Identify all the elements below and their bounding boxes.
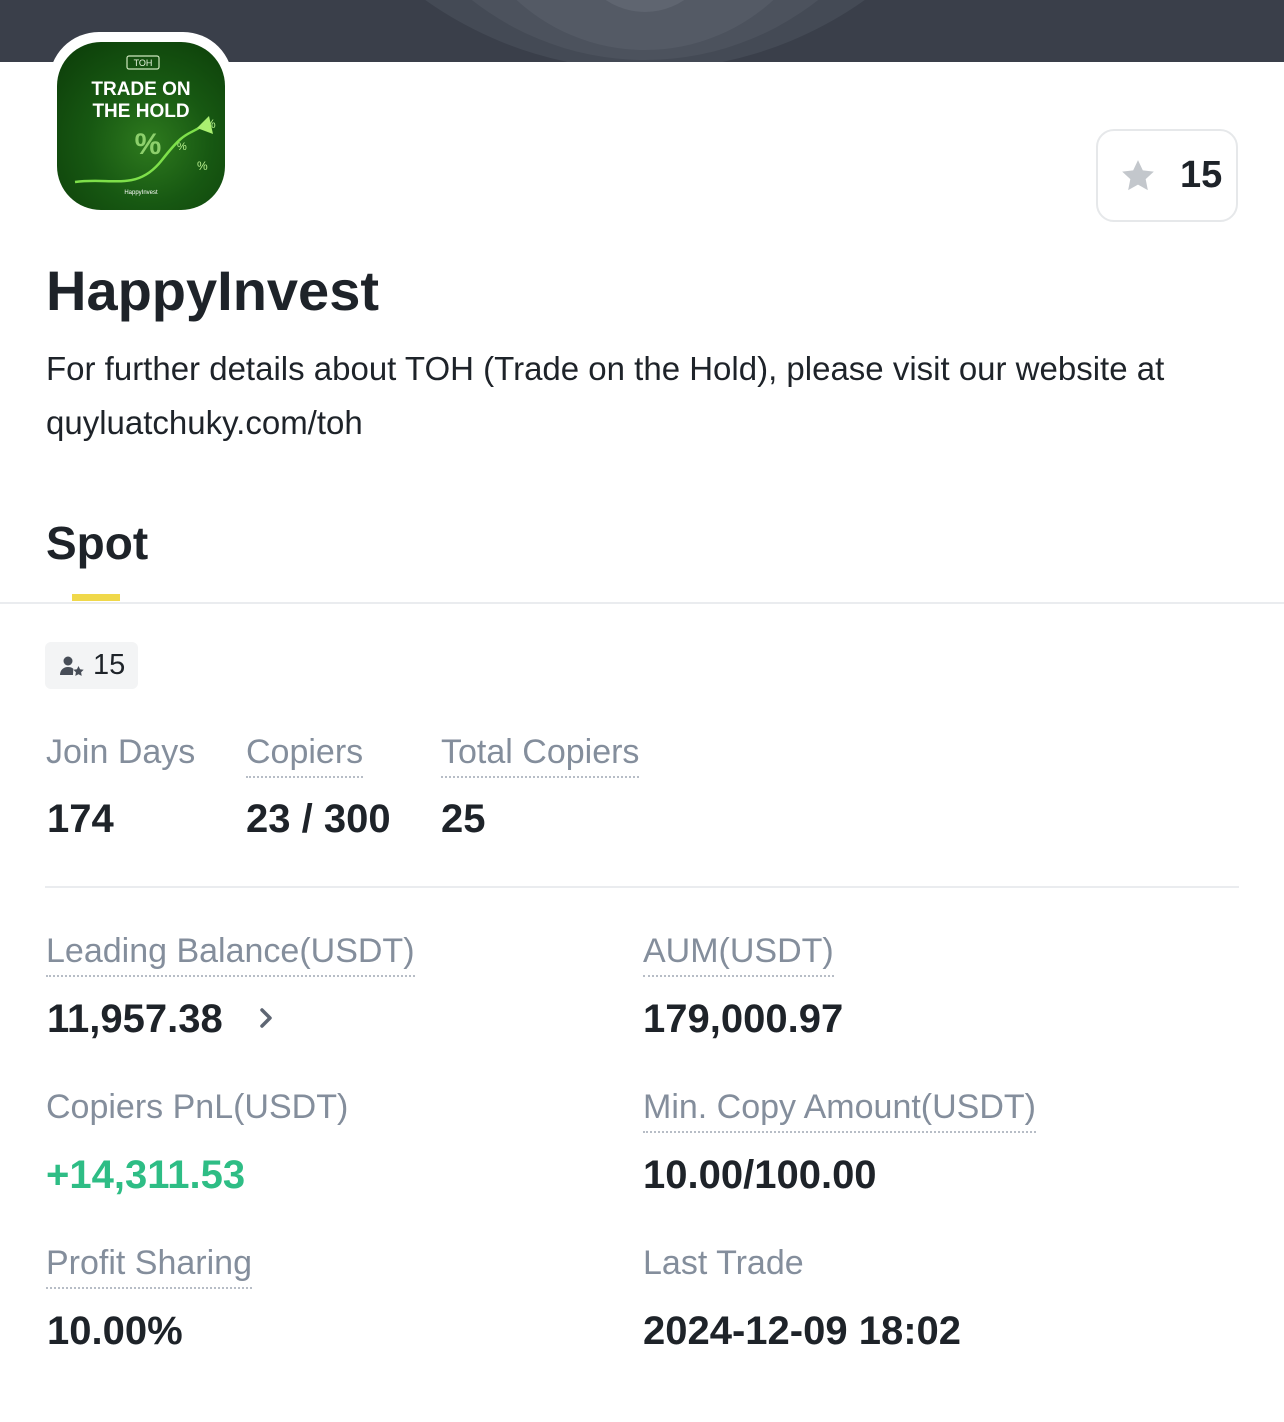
total-copiers-value: 25: [441, 797, 486, 841]
min-copy-amount-value: 10.00/100.00: [643, 1153, 877, 1197]
toh-logo: TOH TRADE ON THE HOLD % % % % HappyInves…: [74, 55, 216, 196]
copiers-pnl-value: +14,311.53: [46, 1153, 246, 1197]
avatar: TOH TRADE ON THE HOLD % % % % HappyInves…: [49, 32, 233, 220]
favorite-button[interactable]: 15: [1096, 129, 1238, 222]
section-divider: [45, 886, 1239, 888]
logo-tag: TOH: [134, 58, 153, 68]
logo-line1: TRADE ON: [91, 79, 190, 100]
profile-description: For further details about TOH (Trade on …: [46, 350, 1165, 441]
tab-spot[interactable]: Spot: [46, 516, 148, 570]
join-days-label: Join Days: [46, 733, 196, 771]
star-icon: [1122, 159, 1154, 190]
min-copy-amount-label[interactable]: Min. Copy Amount(USDT): [643, 1088, 1036, 1133]
profit-sharing-value: 10.00%: [47, 1309, 183, 1353]
copier-badge-count: 15: [93, 649, 126, 681]
last-trade-value: 2024-12-09 18:02: [643, 1309, 962, 1353]
copiers-label[interactable]: Copiers: [246, 733, 364, 778]
total-copiers-label[interactable]: Total Copiers: [441, 733, 640, 778]
copiers-pnl-label: Copiers PnL(USDT): [46, 1088, 349, 1126]
svg-text:%: %: [197, 159, 208, 173]
last-trade-label: Last Trade: [643, 1244, 804, 1282]
copier-badge: 15: [45, 642, 138, 689]
svg-text:%: %: [177, 141, 187, 153]
active-tab-indicator: [72, 594, 120, 601]
copiers-value: 23 / 300: [246, 797, 391, 841]
chevron-right-icon[interactable]: [258, 1006, 276, 1030]
avatar-image: TOH TRADE ON THE HOLD % % % % HappyInves…: [57, 42, 225, 210]
leading-balance-value[interactable]: 11,957.38: [47, 997, 223, 1042]
user-star-icon: [60, 656, 84, 676]
aum-label[interactable]: AUM(USDT): [643, 932, 834, 977]
favorite-count: 15: [1180, 154, 1223, 196]
join-days-value: 174: [47, 797, 114, 841]
leading-balance-label[interactable]: Leading Balance(USDT): [46, 932, 415, 977]
svg-text:%: %: [135, 128, 162, 161]
tab-divider: [0, 602, 1284, 604]
profit-sharing-label[interactable]: Profit Sharing: [46, 1244, 252, 1289]
profile-name: HappyInvest: [46, 259, 379, 322]
logo-line2: THE HOLD: [92, 101, 189, 122]
logo-brand: HappyInvest: [124, 190, 158, 196]
aum-value: 179,000.97: [643, 997, 844, 1041]
